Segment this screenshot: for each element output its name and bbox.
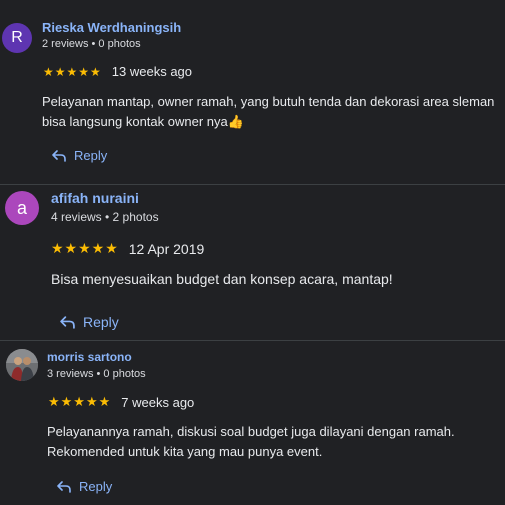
review-text: Pelayanannya ramah, diskusi soal budget … — [47, 424, 455, 459]
avatar[interactable]: R — [2, 23, 32, 53]
reviewer-meta: 2 reviews • 0 photos — [42, 38, 141, 50]
review-date: 7 weeks ago — [121, 394, 195, 410]
reply-button[interactable]: Reply — [52, 148, 107, 163]
reviewer-name[interactable]: morris sartono — [47, 350, 132, 364]
reviewer-meta: 3 reviews • 0 photos — [47, 368, 146, 380]
star-rating-icon: ★★★★★ — [48, 394, 112, 409]
review-date: 12 Apr 2019 — [128, 240, 205, 257]
reply-label: Reply — [79, 479, 113, 494]
reply-button[interactable]: Reply — [60, 314, 119, 330]
reply-arrow-icon — [57, 480, 71, 493]
divider — [0, 340, 505, 341]
divider — [0, 184, 505, 185]
rating-row: ★★★★★ 12 Apr 2019 — [51, 240, 204, 257]
rating-row: ★★★★★ 13 weeks ago — [43, 64, 192, 79]
reply-label: Reply — [83, 314, 119, 330]
avatar[interactable]: a — [5, 191, 39, 225]
reply-arrow-icon — [60, 315, 75, 329]
reviewer-meta: 4 reviews • 2 photos — [51, 210, 159, 224]
reply-label: Reply — [74, 148, 108, 163]
star-rating-icon: ★★★★★ — [43, 64, 102, 79]
reply-button[interactable]: Reply — [57, 479, 112, 494]
reviewer-name[interactable]: Rieska Werdhaningsih — [42, 20, 181, 35]
review-date: 13 weeks ago — [111, 64, 193, 79]
user-photo-icon[interactable] — [6, 349, 38, 381]
rating-row: ★★★★★ 7 weeks ago — [48, 394, 194, 410]
review-text: Pelayanan mantap, owner ramah, yang butu… — [42, 94, 495, 129]
reviewer-name[interactable]: afifah nuraini — [51, 190, 139, 206]
reply-arrow-icon — [52, 149, 66, 162]
star-rating-icon: ★★★★★ — [51, 240, 119, 256]
review-text: Bisa menyesuaikan budget dan konsep acar… — [51, 271, 393, 287]
